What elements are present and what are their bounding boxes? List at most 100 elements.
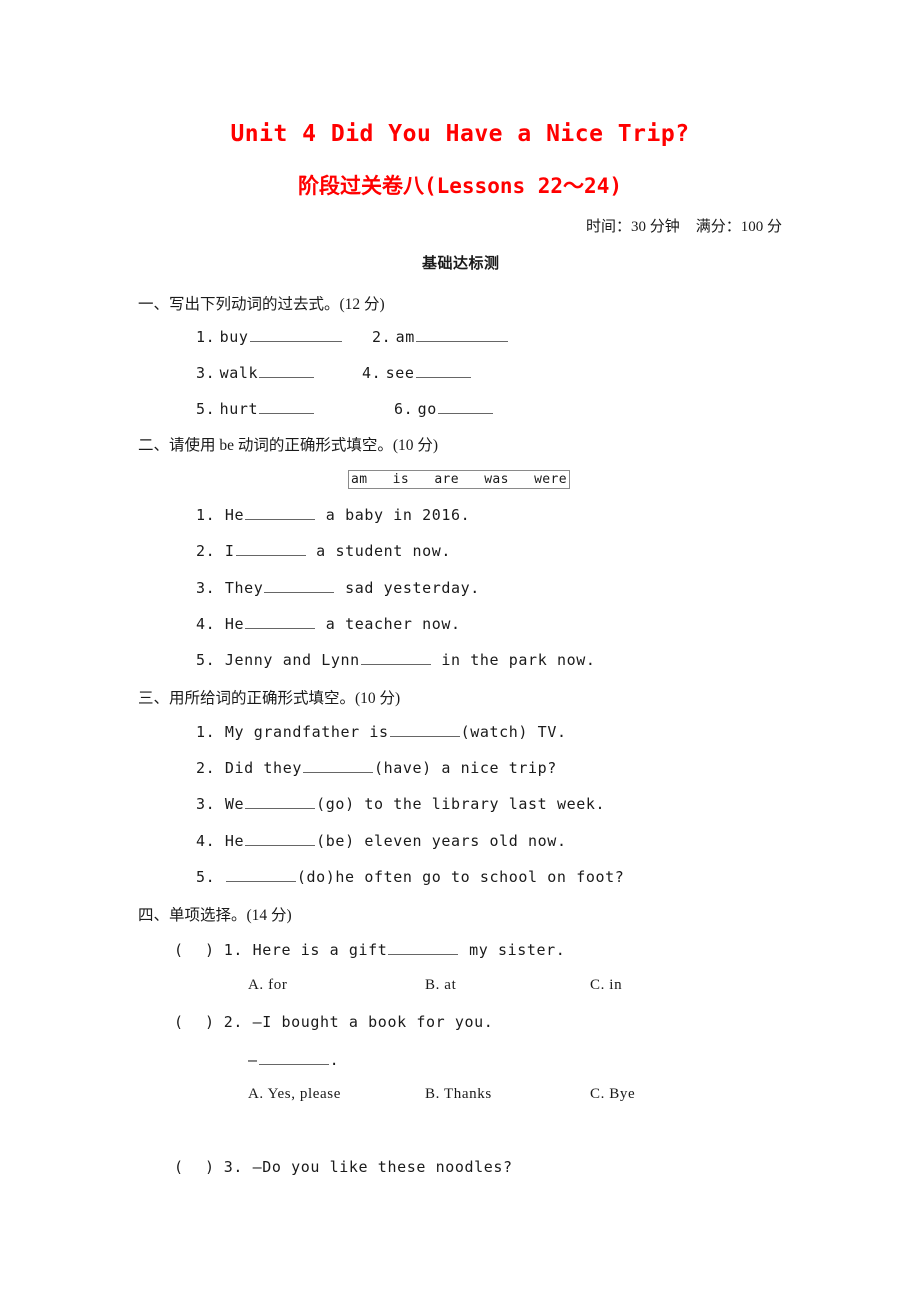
item-prefix: They [224, 578, 264, 597]
answer-blank[interactable] [415, 327, 508, 342]
item-number: 6. [394, 399, 414, 418]
section-1-item-4: 4. see [362, 363, 472, 383]
item-suffix: sad yesterday. [335, 578, 480, 597]
answer-blank[interactable] [302, 758, 373, 773]
section-3-item-4: 4. He (be) eleven years old now. [196, 831, 567, 850]
answer-bracket[interactable]: () [174, 941, 214, 959]
section-4-question-1: () 1. Here is a gift my sister. [174, 940, 565, 959]
answer-blank[interactable] [245, 794, 316, 809]
answer-bracket[interactable]: () [174, 1158, 214, 1176]
item-word: buy [219, 327, 249, 346]
item-number: 4. [196, 614, 216, 633]
answer-bracket[interactable]: () [174, 1013, 214, 1031]
answer-blank[interactable] [360, 650, 431, 665]
section-3-heading: 三、用所给词的正确形式填空。(10 分) [138, 690, 401, 707]
item-suffix: (do)he often go to school on foot? [296, 867, 625, 886]
answer-blank[interactable] [258, 1050, 329, 1065]
item-number: 5. [196, 650, 216, 669]
answer-blank[interactable] [245, 614, 316, 629]
option-a[interactable]: A. for [248, 977, 287, 994]
section-2-item-3: 3. They sad yesterday. [196, 578, 480, 597]
item-number: 3. [196, 363, 216, 382]
answer-tail: . [329, 1050, 340, 1069]
word-bank-item: am [351, 472, 368, 487]
item-number: 1. [196, 327, 216, 346]
item-prefix: He [224, 614, 245, 633]
answer-blank[interactable] [259, 363, 315, 378]
answer-blank[interactable] [245, 505, 316, 520]
item-number: 1. [196, 722, 216, 741]
section-2-item-2: 2. I a student now. [196, 541, 451, 560]
answer-blank[interactable] [415, 363, 471, 378]
item-number: 2. [196, 758, 216, 777]
section-1-heading: 一、写出下列动词的过去式。(12 分) [138, 296, 385, 313]
option-a[interactable]: A. Yes, please [248, 1086, 341, 1103]
section-1-item-6: 6. go [394, 399, 494, 419]
item-number: 3. [196, 794, 216, 813]
item-prefix: He [224, 505, 245, 524]
exam-time: 时间：30 分钟 [585, 219, 680, 235]
question-stem: —I bought a book for you. [252, 1013, 494, 1031]
answer-blank[interactable] [249, 327, 342, 342]
answer-blank[interactable] [388, 940, 459, 955]
question-stem: —Do you like these noodles? [252, 1158, 513, 1176]
section-1-item-3: 3. walk [196, 363, 315, 383]
word-bank-item: are [434, 472, 459, 487]
item-suffix: (have) a nice trip? [373, 758, 557, 777]
option-c[interactable]: C. Bye [590, 1086, 635, 1103]
item-suffix: a baby in 2016. [316, 505, 471, 524]
item-word: go [417, 399, 437, 418]
item-number: 4. [362, 363, 382, 382]
answer-blank[interactable] [437, 399, 493, 414]
question-number: 2. [223, 1013, 243, 1031]
answer-blank[interactable] [235, 541, 306, 556]
section-1-item-5: 5. hurt [196, 399, 315, 419]
answer-blank[interactable] [259, 399, 315, 414]
section-1-item-1: 1. buy [196, 327, 343, 347]
page-subtitle: 阶段过关卷八(Lessons 22～24) [297, 174, 622, 198]
option-b[interactable]: B. at [425, 977, 456, 994]
item-suffix: (go) to the library last week. [316, 794, 606, 813]
item-prefix: He [224, 831, 245, 850]
section-3-item-2: 2. Did they (have) a nice trip? [196, 758, 557, 777]
question-stem-tail: my sister. [459, 940, 566, 959]
section-1-item-2: 2. am [372, 327, 509, 347]
question-stem: Here is a gift [252, 940, 388, 959]
question-number: 1. [223, 940, 243, 959]
dash-marker: — [248, 1050, 258, 1069]
item-word: hurt [219, 399, 259, 418]
item-word: am [395, 327, 415, 346]
item-word: walk [219, 363, 259, 382]
answer-blank[interactable] [389, 722, 460, 737]
item-suffix: a student now. [306, 541, 452, 560]
answer-blank[interactable] [225, 867, 296, 882]
item-prefix: I [224, 541, 235, 560]
option-b[interactable]: B. Thanks [425, 1086, 492, 1103]
item-prefix: We [224, 794, 245, 813]
item-suffix: a teacher now. [316, 614, 461, 633]
item-prefix: My grandfather is [224, 722, 389, 741]
item-prefix: Jenny and Lynn [224, 650, 360, 669]
item-number: 2. [196, 541, 216, 560]
item-number: 5. [196, 867, 216, 886]
item-number: 2. [372, 327, 392, 346]
section-4-question-2: () 2. —I bought a book for you. [174, 1013, 493, 1031]
section-2-item-4: 4. He a teacher now. [196, 614, 461, 633]
item-word: see [385, 363, 415, 382]
part-heading: 基础达标测 [422, 254, 500, 272]
item-number: 1. [196, 505, 216, 524]
word-bank-item: were [534, 472, 567, 487]
section-4-question-3: () 3. —Do you like these noodles? [174, 1158, 513, 1176]
item-prefix: Did they [224, 758, 302, 777]
word-bank-box: am is are was were [348, 470, 570, 489]
item-number: 5. [196, 399, 216, 418]
exam-meta: 时间：30 分钟 满分：100 分 [0, 215, 782, 236]
answer-blank[interactable] [245, 831, 316, 846]
item-number: 3. [196, 578, 216, 597]
option-c[interactable]: C. in [590, 977, 622, 994]
item-suffix: (be) eleven years old now. [316, 831, 567, 850]
exam-paper-page: Unit 4 Did You Have a Nice Trip? 阶段过关卷八(… [0, 0, 920, 1302]
answer-blank[interactable] [264, 578, 335, 593]
section-2-item-1: 1. He a baby in 2016. [196, 505, 470, 524]
page-title: Unit 4 Did You Have a Nice Trip? [230, 121, 690, 147]
